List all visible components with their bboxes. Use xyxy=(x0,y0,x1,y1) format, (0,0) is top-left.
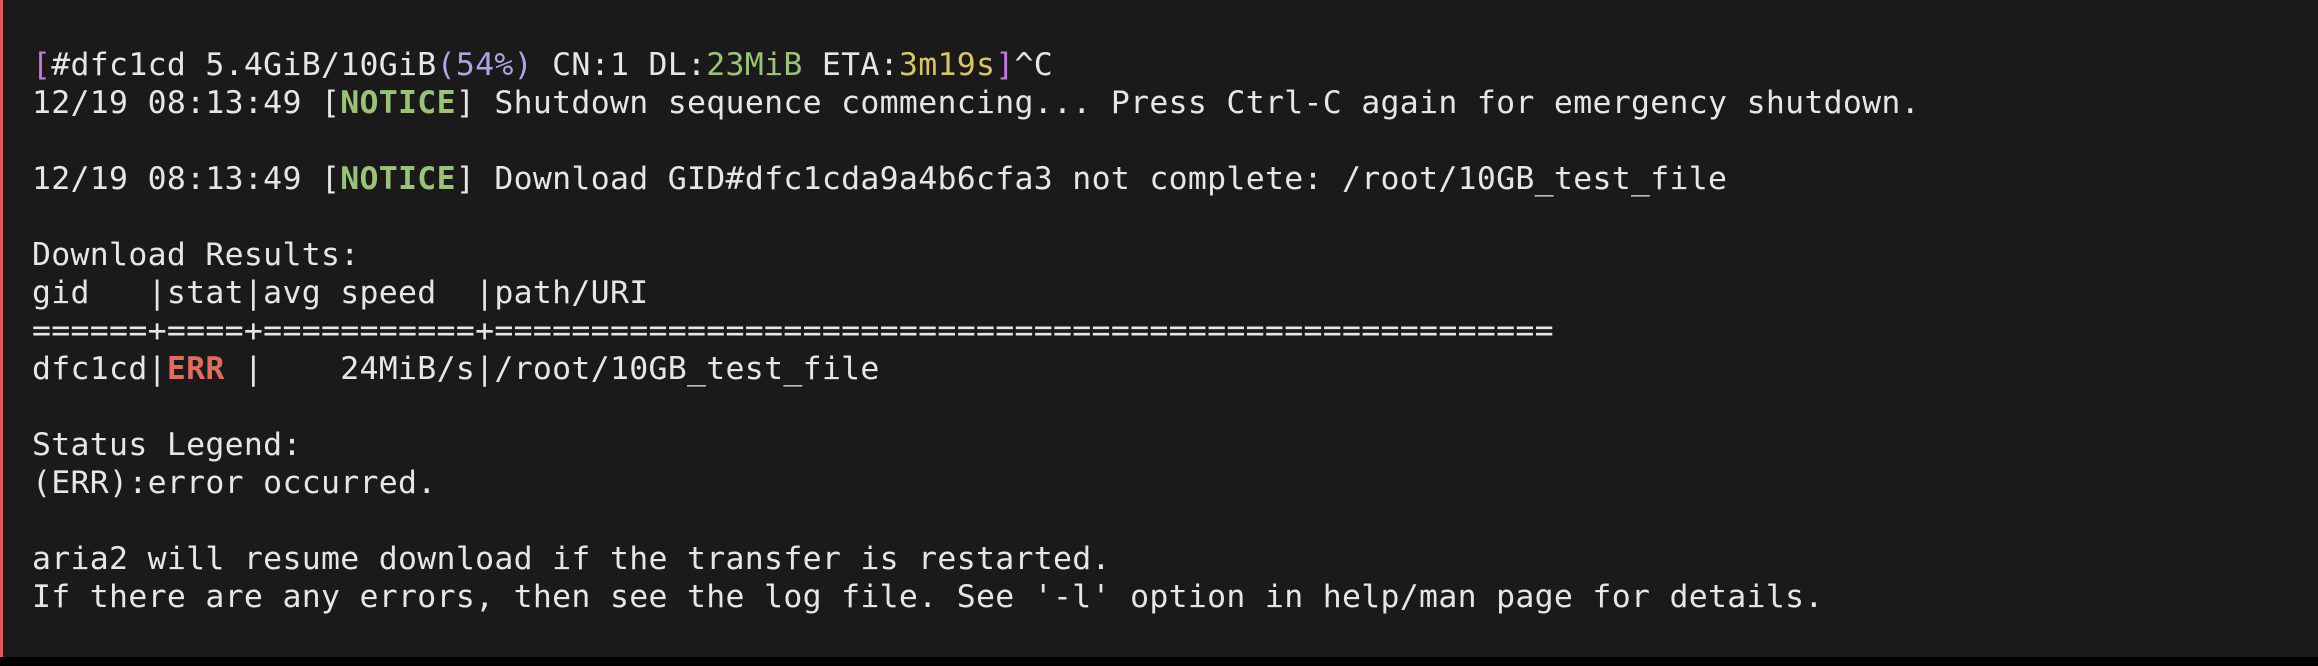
row-gid: dfc1cd| xyxy=(32,351,167,387)
window-bottom-edge xyxy=(0,657,2318,666)
progress-eta-value: 3m19s xyxy=(898,47,996,83)
progress-connections: CN:1 DL: xyxy=(532,47,707,83)
terminal-window[interactable]: [#dfc1cd 5.4GiB/10GiB(54%) CN:1 DL:23MiB… xyxy=(0,0,2318,657)
legend-err-entry: (ERR):error occurred. xyxy=(32,465,437,501)
results-table-row: dfc1cd|ERR | 24MiB/s|/root/10GB_test_fil… xyxy=(32,350,1920,388)
notice-message: Shutdown sequence commencing... Press Ct… xyxy=(475,85,1920,121)
notice-close-bracket: ] xyxy=(455,85,476,121)
notice-tag: NOTICE xyxy=(340,85,456,121)
results-table-separator: ======+====+===========+================… xyxy=(32,313,1554,349)
notice-line-shutdown: 12/19 08:13:49 [NOTICE] Shutdown sequenc… xyxy=(32,84,1920,122)
terminal-output: [#dfc1cd 5.4GiB/10GiB(54%) CN:1 DL:23MiB… xyxy=(32,46,1920,616)
progress-download-speed: 23MiB xyxy=(706,47,803,83)
row-status-badge: ERR xyxy=(166,351,225,387)
progress-eta-label: ETA: xyxy=(802,47,899,83)
resume-message: aria2 will resume download if the transf… xyxy=(32,541,1111,577)
results-table-header: gid |stat|avg speed |path/URI xyxy=(32,275,649,311)
notice-open-bracket: [ xyxy=(320,85,341,121)
notice-message: Download GID#dfc1cda9a4b6cfa3 not comple… xyxy=(475,161,1728,197)
progress-gid-size: #dfc1cd 5.4GiB/10GiB xyxy=(51,47,437,83)
results-title: Download Results: xyxy=(32,237,360,273)
row-speed-path: | 24MiB/s|/root/10GB_test_file xyxy=(224,351,880,387)
notice-timestamp: 12/19 08:13:49 xyxy=(32,161,321,197)
notice-close-bracket: ] xyxy=(455,161,476,197)
legend-title: Status Legend: xyxy=(32,427,302,463)
progress-open-bracket: [ xyxy=(32,47,52,83)
errors-message: If there are any errors, then see the lo… xyxy=(32,579,1824,615)
notice-open-bracket: [ xyxy=(320,161,341,197)
progress-close-bracket: ] xyxy=(995,47,1015,83)
notice-tag: NOTICE xyxy=(340,161,456,197)
progress-percent: (54%) xyxy=(436,47,533,83)
interrupt-echo: ^C xyxy=(1014,47,1054,83)
notice-timestamp: 12/19 08:13:49 xyxy=(32,85,321,121)
progress-line: [#dfc1cd 5.4GiB/10GiB(54%) CN:1 DL:23MiB… xyxy=(32,46,1920,84)
notice-line-incomplete: 12/19 08:13:49 [NOTICE] Download GID#dfc… xyxy=(32,160,1920,198)
